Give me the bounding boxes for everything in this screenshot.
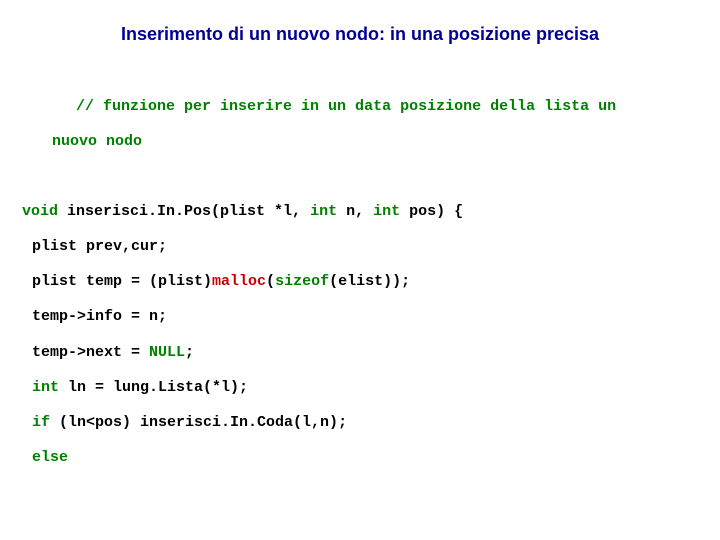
code-line-5: temp->next = NULL;: [22, 344, 698, 361]
code-line-comment: // funzione per inserire in un data posi…: [22, 81, 698, 185]
comment-text-b: nuovo nodo: [22, 133, 698, 150]
code-line-6: int ln = lung.Lista(*l);: [22, 379, 698, 396]
code-line-8: else: [22, 449, 698, 466]
code-line-2: plist prev,cur;: [22, 238, 698, 255]
code-line-1: void inserisci.In.Pos(plist *l, int n, i…: [22, 203, 698, 220]
slide-title: Inserimento di un nuovo nodo: in una pos…: [22, 24, 698, 45]
code-block: // funzione per inserire in un data posi…: [22, 81, 698, 467]
code-line-7: if (ln<pos) inserisci.In.Coda(l,n);: [22, 414, 698, 431]
comment-text-a: // funzione per inserire in un data posi…: [76, 98, 616, 115]
code-line-4: temp->info = n;: [22, 308, 698, 325]
code-line-3: plist temp = (plist)malloc(sizeof(elist)…: [22, 273, 698, 290]
slide: Inserimento di un nuovo nodo: in una pos…: [0, 0, 720, 540]
